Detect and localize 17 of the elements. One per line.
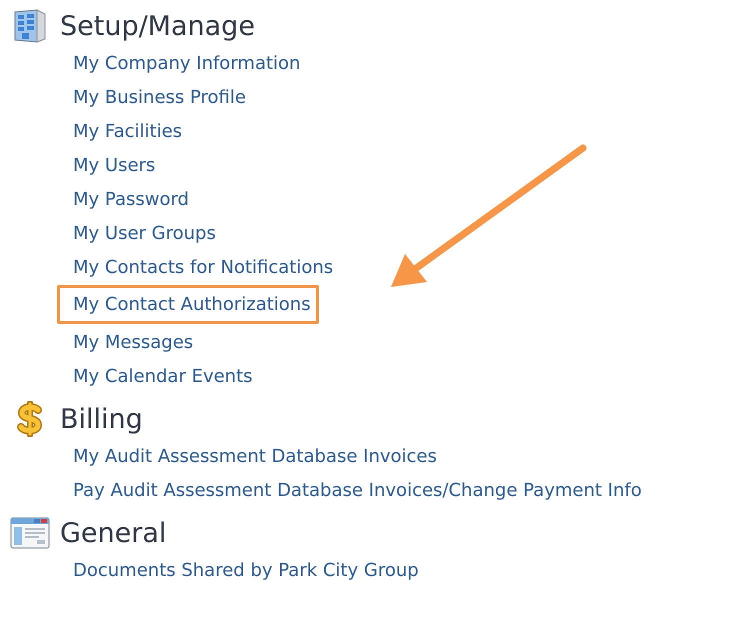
nav-link[interactable]: My Facilities xyxy=(73,120,182,142)
nav-link[interactable]: Documents Shared by Park City Group xyxy=(73,560,419,580)
section-heading: Billing xyxy=(60,404,143,434)
nav-link[interactable]: My Password xyxy=(73,188,189,210)
window-icon xyxy=(10,517,50,549)
section-heading: General xyxy=(60,518,166,548)
nav-link[interactable]: My Audit Assessment Database Invoices xyxy=(73,446,437,466)
nav-link[interactable]: My Contact Authorizations xyxy=(73,294,311,315)
nav-link[interactable]: My Users xyxy=(73,154,156,176)
nav-link[interactable]: My Business Profile xyxy=(73,86,246,108)
nav-link[interactable]: My User Groups xyxy=(73,222,216,244)
nav-link[interactable]: My Messages xyxy=(73,332,194,352)
nav-link[interactable]: My Calendar Events xyxy=(73,366,253,386)
nav-link[interactable]: My Contacts for Notifications xyxy=(73,256,334,278)
nav-link[interactable]: Pay Audit Assessment Database Invoices/Change Payment Info xyxy=(73,480,642,500)
section-heading: Setup/Manage xyxy=(60,10,255,42)
nav-link[interactable]: My Company Information xyxy=(73,52,300,74)
